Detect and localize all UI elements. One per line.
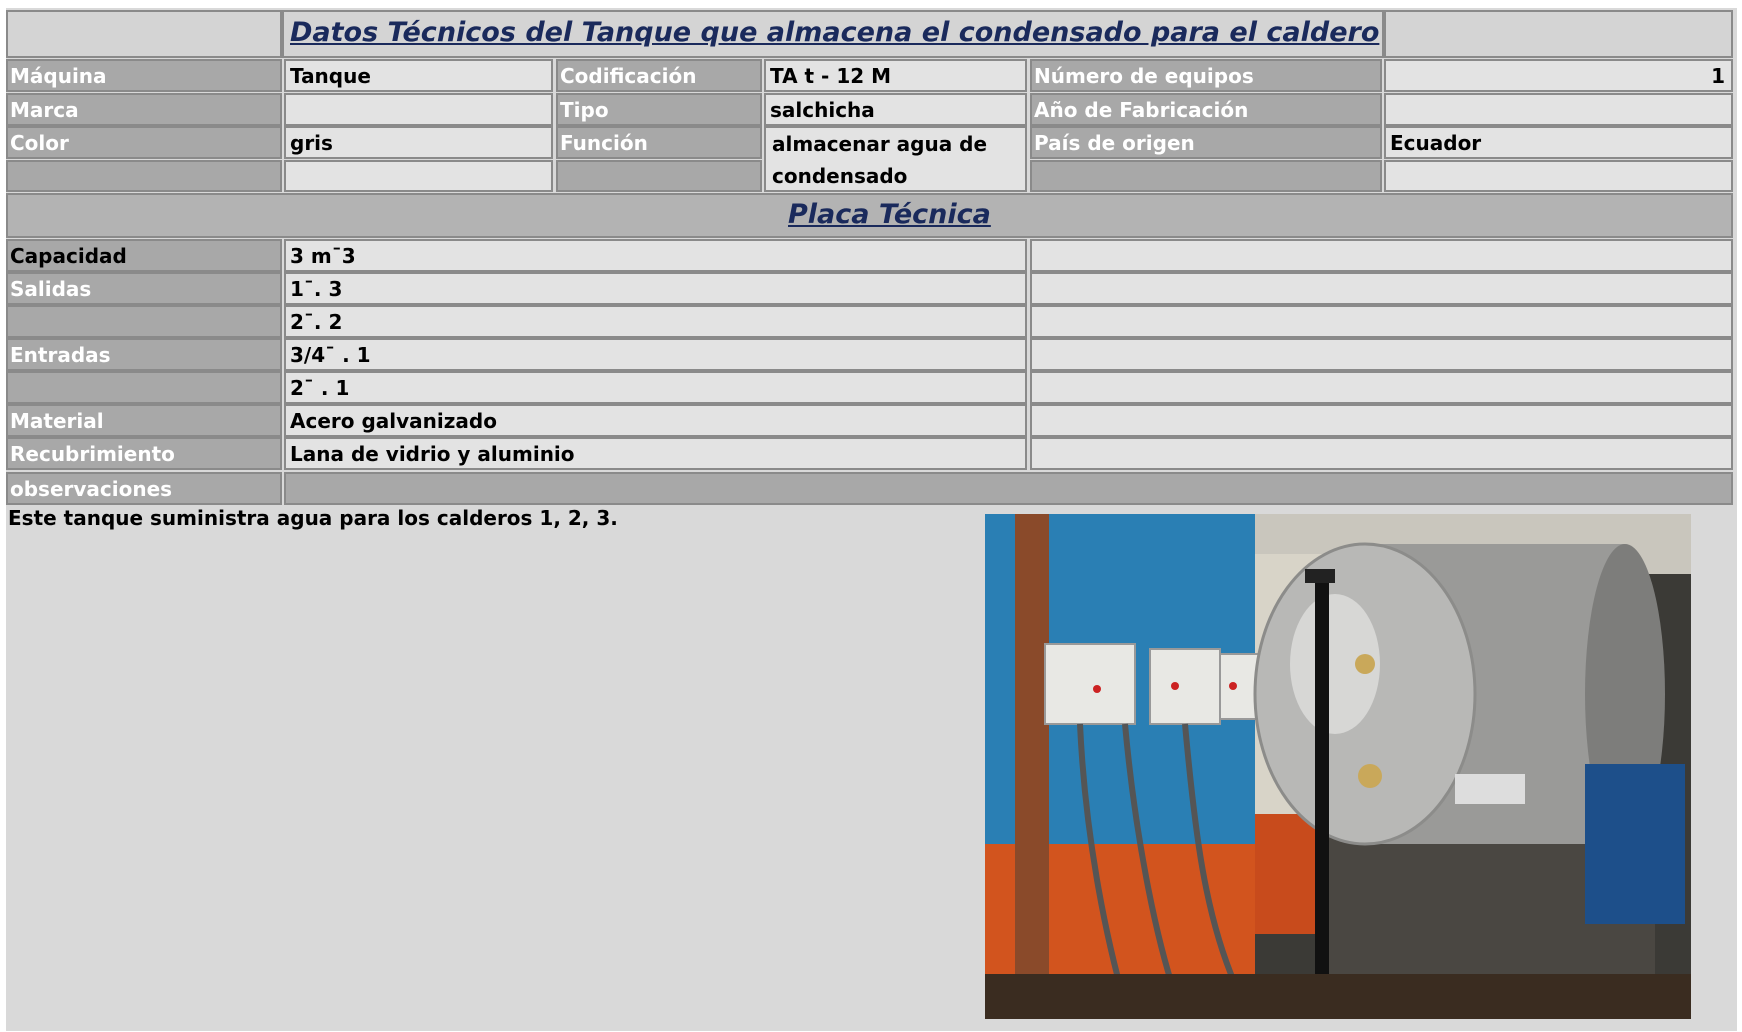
placa-row-label: [6, 371, 282, 404]
placa-row-label: Entradas: [6, 338, 282, 371]
placa-row-label: Recubrimiento: [6, 437, 282, 470]
header-right-cell: [1384, 10, 1733, 58]
blank-label-cell: [556, 160, 762, 192]
blank-label-cell: [6, 160, 282, 192]
placa-row-value: 2¯ . 1: [284, 371, 1027, 404]
tipo-value: salchicha: [764, 93, 1027, 126]
placa-row-extra: [1030, 338, 1733, 371]
color-label: Color: [6, 126, 282, 159]
sheet-title: Datos Técnicos del Tanque que almacena e…: [290, 17, 1380, 48]
observaciones-label: observaciones: [6, 472, 282, 505]
maquina-label: Máquina: [6, 59, 282, 92]
observaciones-bar: [284, 472, 1733, 505]
placa-header: Placa Técnica: [6, 193, 1733, 238]
blank-label-cell: [1030, 160, 1382, 192]
placa-row-value: Lana de vidrio y aluminio: [284, 437, 1027, 470]
marca-value: [284, 93, 553, 126]
codificacion-label: Codificación: [556, 59, 762, 92]
funcion-value: almacenar agua de condensado: [764, 126, 1027, 192]
anio-fabricacion-value: [1384, 93, 1733, 126]
pais-origen-value: Ecuador: [1384, 126, 1733, 159]
placa-row-extra: [1030, 272, 1733, 305]
placa-row-value: Acero galvanizado: [284, 404, 1027, 437]
blank-value-cell: [284, 160, 553, 192]
placa-row-extra: [1030, 305, 1733, 338]
placa-row-label: Salidas: [6, 272, 282, 305]
header-title-cell: Datos Técnicos del Tanque que almacena e…: [282, 10, 1384, 58]
placa-row-value: 1¯. 3: [284, 272, 1027, 305]
blank-value-cell: [1384, 160, 1733, 192]
tipo-label: Tipo: [556, 93, 762, 126]
placa-row-label: [6, 305, 282, 338]
maquina-value: Tanque: [284, 59, 553, 92]
color-value: gris: [284, 126, 553, 159]
marca-label: Marca: [6, 93, 282, 126]
tank-photo: [985, 514, 1691, 1019]
header-left-cell: [6, 10, 282, 58]
funcion-label: Función: [556, 126, 762, 159]
tank-photo-drawing: [985, 514, 1691, 1019]
numero-equipos-value: 1: [1384, 59, 1733, 92]
placa-title: Placa Técnica: [788, 199, 991, 230]
placa-row-extra: [1030, 371, 1733, 404]
observaciones-text: Este tanque suministra agua para los cal…: [8, 506, 618, 530]
placa-row-extra: [1030, 239, 1733, 272]
pais-origen-label: País de origen: [1030, 126, 1382, 159]
placa-row-value: 3 m¯3: [284, 239, 1027, 272]
numero-equipos-label: Número de equipos: [1030, 59, 1382, 92]
codificacion-value: TA t - 12 M: [764, 59, 1027, 92]
placa-row-value: 2¯. 2: [284, 305, 1027, 338]
placa-row-value: 3/4¯ . 1: [284, 338, 1027, 371]
placa-row-label: Material: [6, 404, 282, 437]
placa-row-extra: [1030, 404, 1733, 437]
anio-fabricacion-label: Año de Fabricación: [1030, 93, 1382, 126]
placa-row-label: Capacidad: [6, 239, 282, 272]
placa-row-extra: [1030, 437, 1733, 470]
